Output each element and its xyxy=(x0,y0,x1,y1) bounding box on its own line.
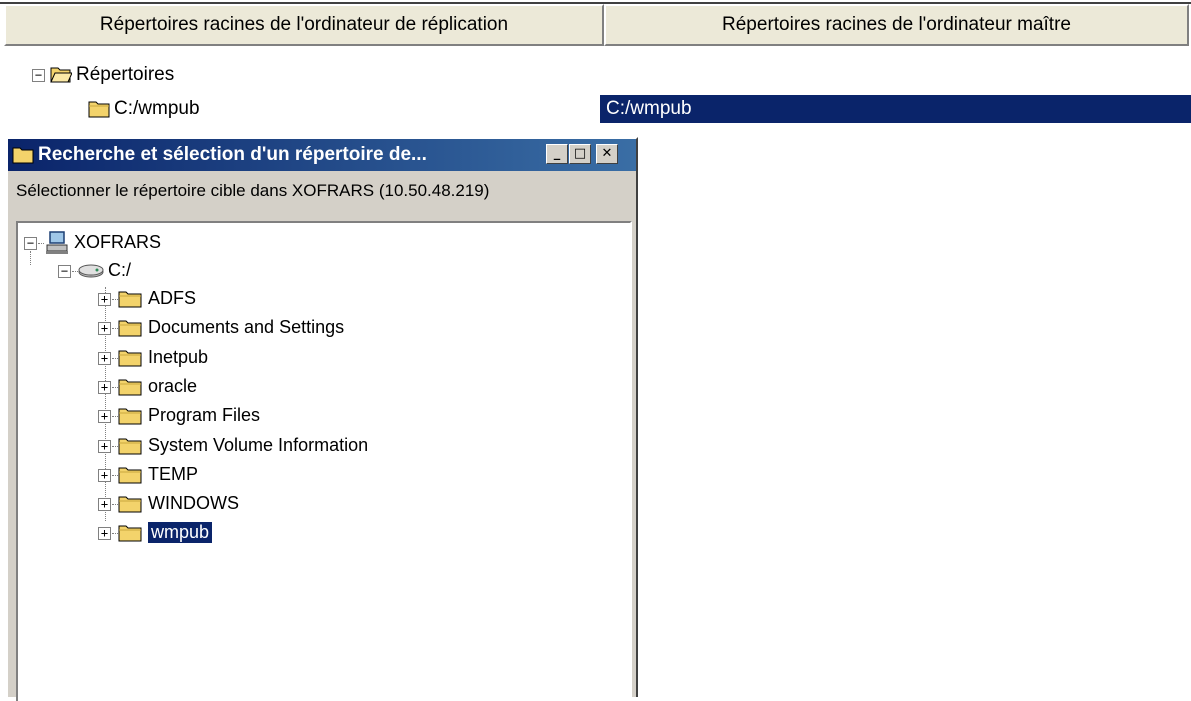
folder-icon xyxy=(118,318,142,343)
folder-icon xyxy=(118,348,142,373)
directory-tree[interactable]: − XOFRARS − C:/ + ADFS + Documents and S… xyxy=(16,221,632,701)
expand-icon[interactable]: + xyxy=(98,293,111,306)
tree-node-folder[interactable]: + WINDOWS xyxy=(18,492,418,518)
expand-icon[interactable]: + xyxy=(98,468,111,482)
tree-node-folder[interactable]: + oracle xyxy=(18,375,418,401)
maximize-button[interactable]: □ xyxy=(569,144,591,164)
drive-label: C:/ xyxy=(108,260,132,280)
collapse-icon[interactable]: − xyxy=(58,265,71,278)
tree-node-folder[interactable]: + Documents and Settings xyxy=(18,316,418,342)
drive-icon xyxy=(78,263,104,284)
folder-label: System Volume Information xyxy=(148,434,369,455)
folder-icon xyxy=(118,523,142,548)
expand-icon[interactable]: + xyxy=(98,439,111,453)
folder-label: wmpub xyxy=(148,522,213,544)
tree-node-folder[interactable]: + Program Files xyxy=(18,404,418,430)
folder-icon xyxy=(118,465,142,490)
folder-label: Documents and Settings xyxy=(148,317,345,338)
dialog-instruction: Sélectionner le répertoire cible dans XO… xyxy=(16,181,490,200)
master-dir-value: C:/wmpub xyxy=(606,98,692,119)
tree-node-folder[interactable]: + ADFS xyxy=(18,287,418,313)
collapse-icon[interactable]: − xyxy=(24,237,37,250)
open-folder-icon xyxy=(50,64,73,89)
master-dir-cell[interactable]: C:/wmpub xyxy=(600,95,1191,123)
expand-icon[interactable]: + xyxy=(98,527,111,541)
folder-label: WINDOWS xyxy=(148,493,239,514)
tree-node-folder[interactable]: + System Volume Information xyxy=(18,434,418,460)
expand-icon[interactable]: + xyxy=(98,351,111,365)
folder-label: ADFS xyxy=(148,288,197,308)
minimize-button[interactable]: _ xyxy=(546,144,568,164)
tree-node-folder[interactable]: + TEMP xyxy=(18,463,418,489)
tree-row-wmpub[interactable]: C:/wmpub C:/wmpub xyxy=(0,95,1191,123)
computer-name: XOFRARS xyxy=(74,232,162,252)
folder-label: Program Files xyxy=(148,405,261,426)
folder-icon xyxy=(118,406,142,431)
column-header-master[interactable]: Répertoires racines de l'ordinateur maît… xyxy=(604,4,1189,46)
expand-icon[interactable]: + xyxy=(98,322,111,336)
close-button[interactable]: ✕ xyxy=(596,144,618,164)
expand-icon[interactable]: + xyxy=(98,498,111,512)
tree-node-drive[interactable]: − C:/ xyxy=(18,251,418,285)
folder-label: TEMP xyxy=(148,463,199,484)
column-header-replica[interactable]: Répertoires racines de l'ordinateur de r… xyxy=(4,4,604,46)
dialog-titlebar[interactable]: Recherche et sélection d'un répertoire d… xyxy=(8,139,636,171)
dialog-title: Recherche et sélection d'un répertoire d… xyxy=(38,144,427,165)
tree-node-computer[interactable]: − XOFRARS xyxy=(18,231,418,257)
expand-icon[interactable]: + xyxy=(98,380,111,394)
folder-icon xyxy=(118,289,142,314)
list-header: Répertoires racines de l'ordinateur de r… xyxy=(0,0,1191,52)
collapse-icon[interactable]: − xyxy=(32,69,45,82)
folder-icon xyxy=(12,145,34,171)
directory-picker-dialog: Recherche et sélection d'un répertoire d… xyxy=(6,137,638,701)
expand-icon[interactable]: + xyxy=(98,410,111,424)
replica-dir-label: C:/wmpub xyxy=(114,98,200,119)
computer-icon xyxy=(44,231,70,260)
folder-icon xyxy=(118,377,142,402)
folder-icon xyxy=(118,436,142,461)
tree-node-folder[interactable]: + wmpub xyxy=(18,521,418,547)
tree-row-root[interactable]: − Répertoires xyxy=(0,61,1191,89)
folder-label: Inetpub xyxy=(148,346,209,367)
tree-node-folder[interactable]: + Inetpub xyxy=(18,346,418,372)
folder-icon xyxy=(88,99,110,124)
tree-connector xyxy=(30,251,31,265)
tree-root-label: Répertoires xyxy=(76,64,175,85)
folder-icon xyxy=(118,494,142,519)
folder-label: oracle xyxy=(148,375,198,396)
